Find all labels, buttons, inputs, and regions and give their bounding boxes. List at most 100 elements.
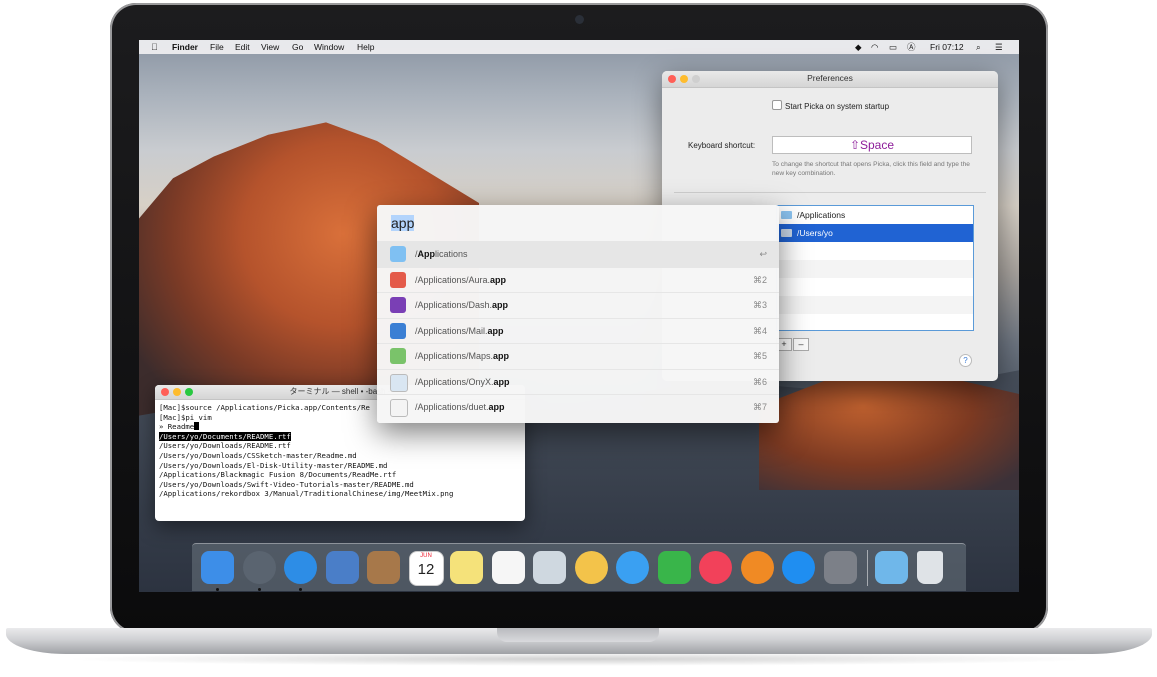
terminal-result-selected[interactable]: /Users/yo/Documents/README.rtf bbox=[159, 431, 291, 442]
dock-separator bbox=[867, 550, 868, 586]
path-label: /Users/yo bbox=[797, 228, 833, 238]
menubar-clock[interactable]: Fri 07:12 bbox=[930, 40, 964, 54]
path-row-selected[interactable]: /Users/yo bbox=[777, 224, 973, 242]
terminal-result[interactable]: /Users/yo/Downloads/Swift-Video-Tutorial… bbox=[159, 480, 521, 490]
finder-icon[interactable] bbox=[201, 551, 234, 584]
facetime-icon[interactable] bbox=[657, 551, 691, 584]
menu-view[interactable]: View bbox=[261, 40, 279, 54]
dropbox-icon[interactable]: ◆ bbox=[855, 40, 862, 54]
duet-icon bbox=[390, 399, 408, 417]
empty-row bbox=[777, 260, 973, 278]
spotlight-icon[interactable]: ⌕ bbox=[976, 40, 981, 54]
picka-result-path: /Applications/duet.app bbox=[415, 402, 505, 412]
calendar-month: JUN bbox=[420, 553, 432, 559]
rocket-icon bbox=[390, 271, 406, 288]
help-button[interactable]: ? bbox=[959, 354, 972, 367]
shortcut-help-text: To change the shortcut that opens Picka,… bbox=[772, 161, 970, 177]
menu-window[interactable]: Window bbox=[314, 40, 344, 54]
terminal-result[interactable]: /Users/yo/Downloads/README.rtf bbox=[159, 441, 521, 451]
divider bbox=[674, 192, 986, 193]
running-indicator bbox=[299, 588, 302, 591]
menu-app-name[interactable]: Finder bbox=[172, 40, 198, 54]
folder-icon bbox=[390, 246, 406, 262]
running-indicator bbox=[257, 588, 261, 591]
picka-result-shortcut: ⌘6 bbox=[752, 376, 767, 387]
checkbox-box[interactable] bbox=[772, 100, 782, 110]
empty-row bbox=[777, 296, 973, 314]
contacts-icon[interactable] bbox=[367, 551, 400, 584]
picka-search-input[interactable]: app bbox=[377, 205, 779, 241]
maps-icon bbox=[390, 348, 406, 364]
calendar-day: 12 bbox=[417, 561, 435, 578]
calendar-icon[interactable]: JUN 12 bbox=[408, 551, 444, 586]
terminal-result[interactable]: /Applications/Blackmagic Fusion 8/Docume… bbox=[159, 470, 521, 480]
wifi-icon[interactable]: ◠ bbox=[871, 40, 878, 54]
picka-launcher: app /Applications ↩ /Applications/Aura.app… bbox=[377, 205, 779, 423]
notification-center-icon[interactable]: ☰ bbox=[995, 40, 1003, 54]
picka-result[interactable]: /Applications/Aura.app ⌘2 bbox=[377, 266, 779, 293]
menu-go[interactable]: Go bbox=[292, 40, 303, 54]
photos-icon[interactable] bbox=[574, 551, 608, 584]
picka-result-path: /Applications bbox=[415, 249, 468, 259]
empty-row bbox=[777, 242, 973, 260]
menubar:  Finder File Edit View Go Window Help ◆… bbox=[139, 40, 1019, 54]
text-cursor bbox=[194, 422, 200, 431]
screen:  Finder File Edit View Go Window Help ◆… bbox=[139, 40, 1019, 592]
picka-result[interactable]: /Applications/duet.app ⌘7 bbox=[377, 394, 779, 420]
picka-result-path: /Applications/Dash.app bbox=[415, 300, 509, 310]
picka-result-shortcut: ⌘2 bbox=[752, 274, 767, 285]
trash-icon[interactable] bbox=[916, 551, 943, 584]
picka-result-selected[interactable]: /Applications ↩ bbox=[377, 241, 779, 267]
path-label: /Applications bbox=[797, 210, 846, 220]
apple-menu-icon[interactable]:  bbox=[151, 40, 158, 54]
picka-query: app bbox=[391, 215, 415, 231]
shortcut-label: Keyboard shortcut: bbox=[688, 141, 756, 150]
picka-results-list: /Applications ↩ /Applications/Aura.app ⌘2/A… bbox=[377, 241, 779, 420]
terminal-prompt-line: » Readme bbox=[159, 422, 521, 432]
picka-result[interactable]: /Applications/OnyX.app ⌘6 bbox=[377, 368, 779, 395]
battery-icon[interactable]: ▭ bbox=[889, 40, 897, 54]
launchpad-icon[interactable] bbox=[242, 551, 276, 584]
app-store-icon[interactable] bbox=[782, 551, 815, 584]
preview-icon[interactable] bbox=[533, 551, 566, 584]
startup-checkbox[interactable]: Start Picka on system startup bbox=[772, 100, 889, 111]
terminal-result[interactable]: /Users/yo/Downloads/CSSketch-master/Read… bbox=[159, 451, 521, 461]
menu-edit[interactable]: Edit bbox=[235, 40, 250, 54]
reminders-icon[interactable] bbox=[491, 551, 525, 584]
mail-icon bbox=[390, 322, 406, 339]
notes-icon[interactable] bbox=[450, 551, 483, 584]
messages-icon[interactable] bbox=[616, 551, 649, 584]
onyx-icon bbox=[390, 373, 408, 392]
dock: JUN 12 bbox=[192, 543, 966, 591]
picka-result-path: /Applications/OnyX.app bbox=[415, 376, 510, 387]
startup-checkbox-label: Start Picka on system startup bbox=[785, 102, 890, 111]
mail-app-icon[interactable] bbox=[325, 551, 359, 584]
picka-result[interactable]: /Applications/Mail.app ⌘4 bbox=[377, 317, 779, 344]
terminal-result[interactable]: /Applications/rekordbox 3/Manual/Traditi… bbox=[159, 489, 521, 499]
folder-icon bbox=[781, 211, 792, 219]
picka-result[interactable]: /Applications/Maps.app ⌘5 bbox=[377, 343, 779, 369]
camera bbox=[575, 15, 584, 24]
picka-result-path: /Applications/Aura.app bbox=[415, 274, 507, 285]
downloads-folder-icon[interactable] bbox=[875, 551, 908, 584]
path-row[interactable]: /Applications bbox=[777, 206, 973, 224]
ibooks-icon[interactable] bbox=[740, 551, 774, 584]
picka-result-shortcut: ⌘5 bbox=[752, 351, 767, 361]
dash-icon bbox=[390, 297, 406, 313]
laptop-notch bbox=[497, 628, 659, 642]
shortcut-field[interactable]: ⇧Space bbox=[772, 136, 972, 154]
input-source-icon[interactable]: Ⓐ bbox=[907, 40, 916, 54]
menu-help[interactable]: Help bbox=[357, 40, 374, 54]
path-list[interactable]: /Applications /Users/yo bbox=[776, 205, 974, 331]
itunes-icon[interactable] bbox=[699, 551, 732, 584]
picka-result[interactable]: /Applications/Dash.app ⌘3 bbox=[377, 292, 779, 318]
preferences-titlebar[interactable]: Preferences bbox=[662, 71, 998, 88]
menu-file[interactable]: File bbox=[210, 40, 224, 54]
picka-result-shortcut: ⌘7 bbox=[752, 402, 767, 412]
system-preferences-icon[interactable] bbox=[823, 551, 857, 584]
empty-row bbox=[777, 278, 973, 296]
terminal-result[interactable]: /Users/yo/Downloads/El-Disk-Utility-mast… bbox=[159, 461, 521, 471]
home-folder-icon bbox=[781, 229, 792, 237]
safari-icon[interactable] bbox=[284, 551, 317, 584]
remove-path-button[interactable]: – bbox=[793, 338, 809, 351]
